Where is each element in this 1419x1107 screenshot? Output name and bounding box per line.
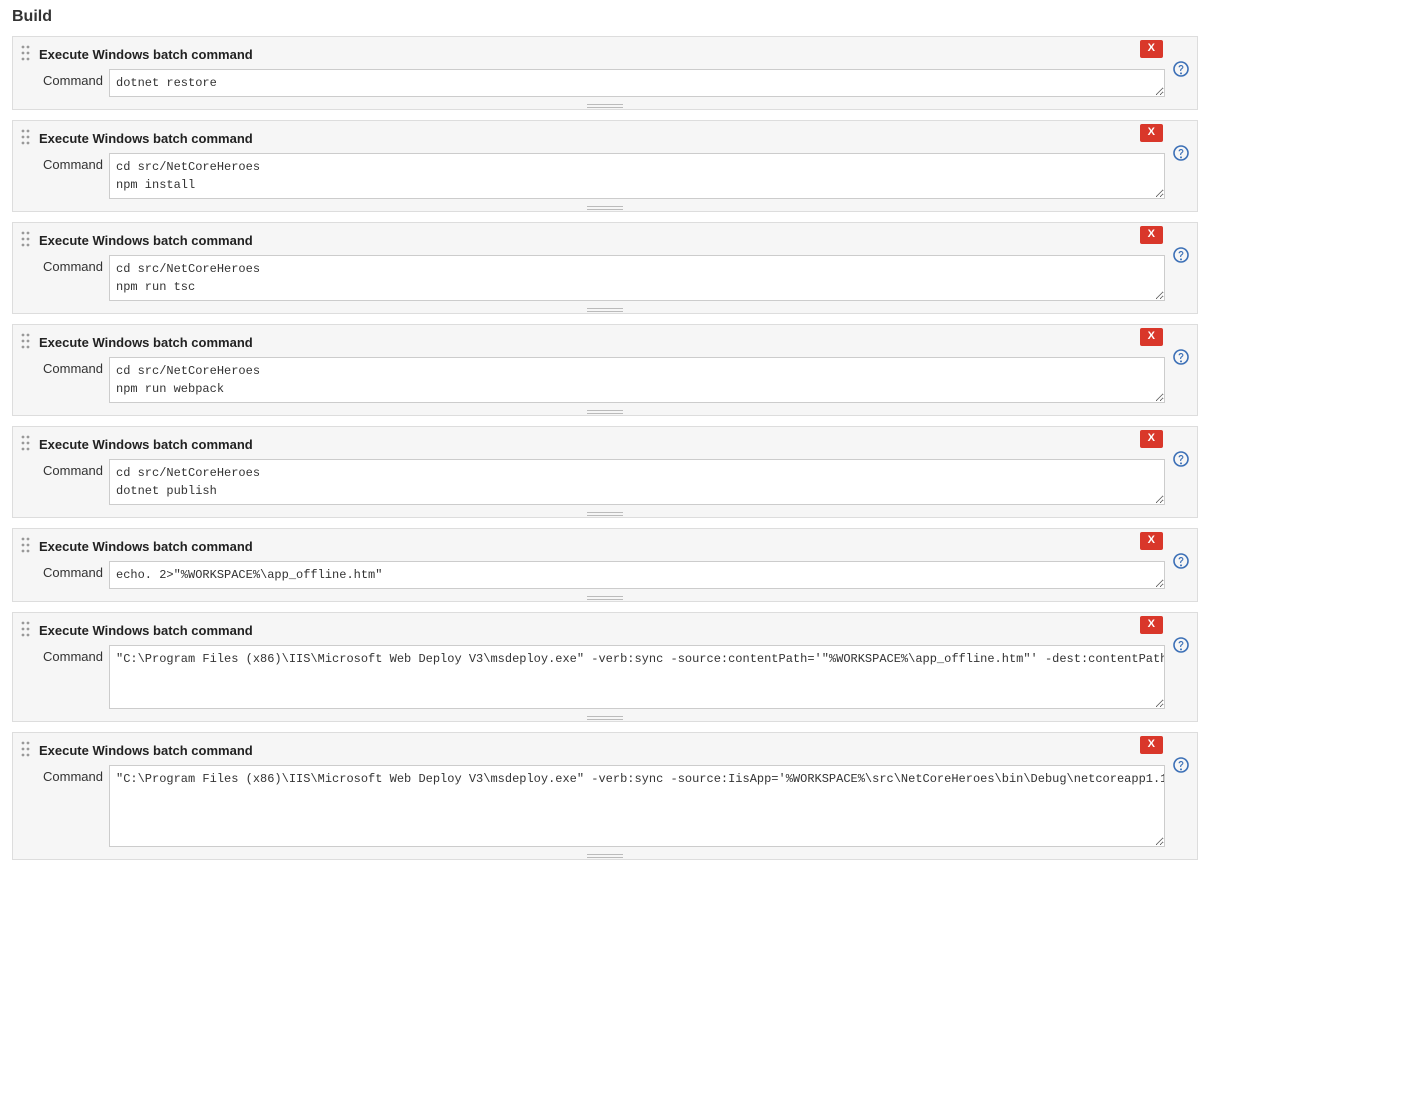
expand-handle[interactable] <box>13 205 1197 211</box>
delete-step-button[interactable]: X <box>1140 532 1163 550</box>
command-label: Command <box>43 255 109 274</box>
drag-handle-icon[interactable] <box>21 537 33 555</box>
expand-handle[interactable] <box>13 307 1197 313</box>
help-icon[interactable] <box>1173 553 1189 569</box>
command-label: Command <box>43 459 109 478</box>
expand-handle[interactable] <box>13 595 1197 601</box>
delete-step-button[interactable]: X <box>1140 736 1163 754</box>
help-icon[interactable] <box>1173 247 1189 263</box>
delete-step-button[interactable]: X <box>1140 40 1163 58</box>
delete-step-button[interactable]: X <box>1140 124 1163 142</box>
delete-step-button[interactable]: X <box>1140 430 1163 448</box>
help-icon[interactable] <box>1173 349 1189 365</box>
build-step: Execute Windows batch command X Command <box>12 120 1198 212</box>
command-input[interactable] <box>109 255 1165 301</box>
command-label: Command <box>43 561 109 580</box>
command-input[interactable] <box>109 69 1165 97</box>
command-input[interactable] <box>109 153 1165 199</box>
delete-step-button[interactable]: X <box>1140 328 1163 346</box>
drag-handle-icon[interactable] <box>21 333 33 351</box>
build-step: Execute Windows batch command X Command <box>12 426 1198 518</box>
expand-handle[interactable] <box>13 103 1197 109</box>
step-title: Execute Windows batch command <box>39 539 253 554</box>
drag-handle-icon[interactable] <box>21 129 33 147</box>
help-icon[interactable] <box>1173 145 1189 161</box>
command-input[interactable] <box>109 765 1165 847</box>
command-input[interactable] <box>109 645 1165 709</box>
step-title: Execute Windows batch command <box>39 437 253 452</box>
build-step: Execute Windows batch command X Command <box>12 222 1198 314</box>
step-title: Execute Windows batch command <box>39 743 253 758</box>
expand-handle[interactable] <box>13 409 1197 415</box>
drag-handle-icon[interactable] <box>21 435 33 453</box>
expand-handle[interactable] <box>13 511 1197 517</box>
build-step: Execute Windows batch command X Command <box>12 324 1198 416</box>
drag-handle-icon[interactable] <box>21 45 33 63</box>
command-label: Command <box>43 69 109 88</box>
expand-handle[interactable] <box>13 715 1197 721</box>
command-input[interactable] <box>109 561 1165 589</box>
command-label: Command <box>43 153 109 172</box>
command-input[interactable] <box>109 357 1165 403</box>
drag-handle-icon[interactable] <box>21 231 33 249</box>
command-label: Command <box>43 645 109 664</box>
expand-handle[interactable] <box>13 853 1197 859</box>
drag-handle-icon[interactable] <box>21 621 33 639</box>
delete-step-button[interactable]: X <box>1140 616 1163 634</box>
delete-step-button[interactable]: X <box>1140 226 1163 244</box>
step-title: Execute Windows batch command <box>39 47 253 62</box>
command-label: Command <box>43 357 109 376</box>
drag-handle-icon[interactable] <box>21 741 33 759</box>
step-title: Execute Windows batch command <box>39 131 253 146</box>
build-step: Execute Windows batch command X Command <box>12 612 1198 722</box>
step-title: Execute Windows batch command <box>39 233 253 248</box>
help-icon[interactable] <box>1173 637 1189 653</box>
command-label: Command <box>43 765 109 784</box>
command-input[interactable] <box>109 459 1165 505</box>
help-icon[interactable] <box>1173 451 1189 467</box>
help-icon[interactable] <box>1173 757 1189 773</box>
step-title: Execute Windows batch command <box>39 623 253 638</box>
help-icon[interactable] <box>1173 61 1189 77</box>
build-step: Execute Windows batch command X Command <box>12 732 1198 860</box>
section-title: Build <box>12 8 1198 26</box>
build-step: Execute Windows batch command X Command <box>12 36 1198 110</box>
build-step: Execute Windows batch command X Command <box>12 528 1198 602</box>
step-title: Execute Windows batch command <box>39 335 253 350</box>
